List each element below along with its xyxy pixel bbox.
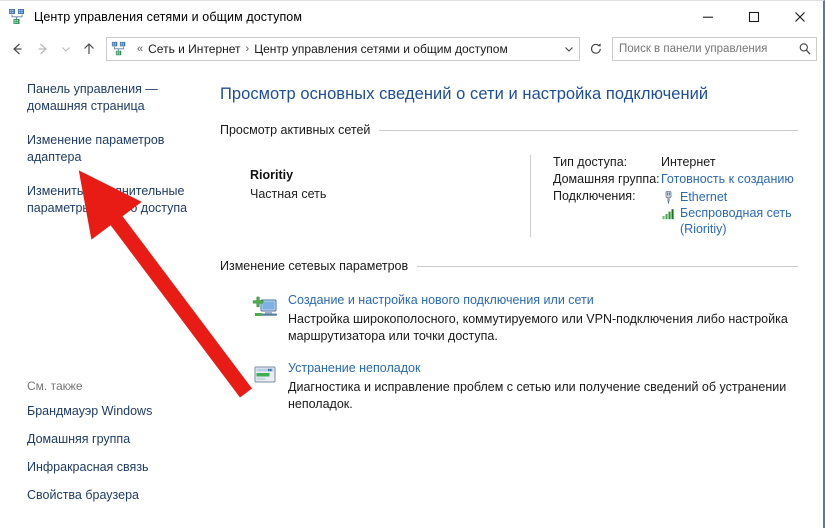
search-box[interactable] [612,37,817,61]
refresh-button[interactable] [584,37,608,61]
network-name: Rioritiy [250,168,294,182]
network-sharing-center-window: Центр управления сетями и общим доступом [0,0,825,529]
recent-locations-button[interactable] [56,36,76,62]
connections-label: Подключения: [553,189,636,203]
see-also-section: См. также Брандмауэр Windows Домашняя гр… [27,379,207,515]
troubleshoot-icon [250,360,280,390]
active-network-details: Тип доступа: Интернет Домашняя группа: Г… [530,155,798,237]
new-connection-icon [250,292,280,322]
search-icon[interactable] [794,42,816,56]
window-title: Центр управления сетями и общим доступом [34,10,303,24]
active-networks-heading: Просмотр активных сетей [220,123,798,137]
task-troubleshoot-description: Диагностика и исправление проблем с сеть… [288,380,787,411]
active-network-identity: Rioritiy Частная сеть [250,155,530,237]
content-area: Панель управления — домашняя страница Из… [0,65,823,529]
sidebar-item-control-panel-home[interactable]: Панель управления — домашняя страница [27,81,202,115]
title-bar: Центр управления сетями и общим доступом [0,1,823,33]
homegroup-value-link[interactable]: Готовность к созданию [661,172,798,186]
sidebar-item-internet-options[interactable]: Свойства браузера [27,487,202,504]
breadcrumb-network-icon [111,41,127,57]
section-divider [417,265,798,267]
breadcrumb-overflow[interactable]: « [132,43,148,55]
minimize-button[interactable] [685,1,731,33]
sidebar-item-change-adapter-settings[interactable]: Изменение параметров адаптера [27,132,202,166]
up-button[interactable] [76,36,102,62]
task-new-connection-body: Создание и настройка нового подключения … [288,291,798,345]
chevron-down-icon[interactable] [559,44,579,54]
section-divider [379,129,798,131]
task-troubleshoot-link[interactable]: Устранение неполадок [288,361,420,375]
active-network-row: Rioritiy Частная сеть Тип доступа: Интер… [220,155,798,237]
task-troubleshoot-body: Устранение неполадок Диагностика и испра… [288,359,798,413]
sidebar: Панель управления — домашняя страница Из… [0,65,215,529]
task-troubleshoot: Устранение неполадок Диагностика и испра… [220,359,798,413]
sidebar-item-homegroup[interactable]: Домашняя группа [27,431,202,448]
connections-list: Ethernet Беспроводная сеть (Rioritiy) [661,189,798,237]
breadcrumb-separator: › [245,43,250,55]
task-new-connection: Создание и настройка нового подключения … [220,291,798,345]
change-settings-label: Изменение сетевых параметров [220,259,409,273]
ethernet-plug-icon [661,190,676,205]
back-button[interactable] [4,36,30,62]
search-input[interactable] [613,43,794,55]
connection-wireless[interactable]: Беспроводная сеть (Rioritiy) [661,205,798,237]
breadcrumb-bar[interactable]: « Сеть и Интернет › Центр управления сет… [106,37,580,61]
sidebar-item-change-advanced-sharing-settings[interactable]: Изменить дополнительные параметры общего… [27,183,202,217]
connection-wireless-link[interactable]: Беспроводная сеть (Rioritiy) [680,205,798,237]
network-type: Частная сеть [250,187,327,201]
page-title: Просмотр основных сведений о сети и наст… [220,85,709,103]
change-settings-heading: Изменение сетевых параметров [220,259,798,273]
access-type-label: Тип доступа: [553,155,628,169]
task-new-connection-description: Настройка широкополосного, коммутируемог… [288,312,788,343]
window-controls [685,1,823,33]
network-sharing-icon [8,8,26,26]
close-button[interactable] [777,1,823,33]
see-also-title: См. также [27,379,83,393]
wifi-signal-icon [661,206,676,221]
breadcrumb-item-network-internet[interactable]: Сеть и Интернет [148,42,240,56]
access-type-value: Интернет [661,155,716,169]
connection-ethernet[interactable]: Ethernet [661,189,798,205]
breadcrumb-item-network-sharing-center[interactable]: Центр управления сетями и общим доступом [254,42,508,56]
maximize-button[interactable] [731,1,777,33]
homegroup-label: Домашняя группа: [553,172,660,186]
forward-button[interactable] [30,36,56,62]
main-panel: Просмотр основных сведений о сети и наст… [215,65,823,529]
active-networks-label: Просмотр активных сетей [220,123,371,137]
sidebar-item-windows-firewall[interactable]: Брандмауэр Windows [27,403,202,420]
task-new-connection-link[interactable]: Создание и настройка нового подключения … [288,293,594,307]
sidebar-item-infrared[interactable]: Инфракрасная связь [27,459,202,476]
address-bar: « Сеть и Интернет › Центр управления сет… [0,33,823,65]
connection-ethernet-link[interactable]: Ethernet [680,189,727,205]
